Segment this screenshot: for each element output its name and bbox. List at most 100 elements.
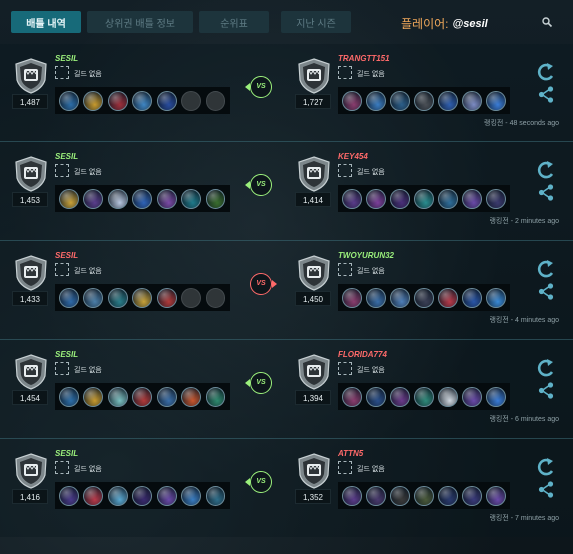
- hero-portrait[interactable]: [366, 90, 386, 111]
- hero-portrait[interactable]: [181, 386, 202, 407]
- vs-badge: VS: [250, 76, 272, 98]
- hero-portrait[interactable]: [390, 386, 410, 407]
- share-icon[interactable]: [538, 382, 554, 399]
- hero-portrait[interactable]: [132, 287, 153, 308]
- hero-portrait[interactable]: [107, 188, 128, 209]
- hero-portrait[interactable]: [366, 188, 386, 209]
- hero-portrait[interactable]: [83, 188, 104, 209]
- player-name[interactable]: SESIL: [55, 152, 78, 161]
- player-name[interactable]: SESIL: [55, 54, 78, 63]
- hero-portrait[interactable]: [107, 485, 128, 506]
- hero-portrait[interactable]: [132, 485, 153, 506]
- hero-portrait[interactable]: [438, 287, 458, 308]
- vs-badge: VS: [250, 273, 272, 295]
- vs-arrow-icon: [245, 478, 250, 486]
- hero-portrait[interactable]: [342, 90, 362, 111]
- hero-portrait[interactable]: [342, 287, 362, 308]
- rating-value: 1,394: [295, 390, 331, 405]
- hero-portrait[interactable]: [59, 485, 79, 506]
- hero-portrait[interactable]: [156, 485, 177, 506]
- rating-value: 1,433: [12, 291, 48, 306]
- share-icon[interactable]: [538, 481, 554, 498]
- player-name[interactable]: TRANGTT151: [338, 54, 390, 63]
- hero-portrait[interactable]: [414, 386, 434, 407]
- hero-portrait[interactable]: [438, 188, 458, 209]
- hero-portrait[interactable]: [390, 90, 410, 111]
- refresh-icon[interactable]: [537, 160, 555, 180]
- hero-portrait[interactable]: [83, 287, 104, 308]
- hero-portrait[interactable]: [205, 188, 226, 209]
- tab-leaderboard[interactable]: 순위표: [199, 11, 269, 33]
- hero-portrait[interactable]: [486, 90, 506, 111]
- hero-portrait[interactable]: [83, 386, 104, 407]
- hero-portrait[interactable]: [83, 90, 104, 111]
- hero-portrait[interactable]: [107, 386, 128, 407]
- hero-portrait[interactable]: [438, 485, 458, 506]
- player-name[interactable]: SESIL: [55, 449, 78, 458]
- hero-portrait[interactable]: [205, 386, 226, 407]
- guild-label: 길드 없음: [74, 268, 102, 275]
- hero-portrait[interactable]: [486, 485, 506, 506]
- hero-portrait[interactable]: [342, 386, 362, 407]
- hero-portrait[interactable]: [462, 90, 482, 111]
- hero-portrait[interactable]: [156, 287, 177, 308]
- hero-portrait[interactable]: [366, 287, 386, 308]
- hero-portrait[interactable]: [438, 386, 458, 407]
- hero-portrait[interactable]: [414, 287, 434, 308]
- hero-portrait[interactable]: [366, 386, 386, 407]
- hero-portrait[interactable]: [486, 188, 506, 209]
- hero-portrait[interactable]: [156, 386, 177, 407]
- hero-portrait[interactable]: [107, 90, 128, 111]
- hero-portrait[interactable]: [83, 485, 104, 506]
- hero-deck: [338, 87, 510, 114]
- hero-portrait[interactable]: [390, 287, 410, 308]
- hero-portrait[interactable]: [390, 188, 410, 209]
- hero-portrait[interactable]: [462, 386, 482, 407]
- hero-portrait[interactable]: [438, 90, 458, 111]
- hero-portrait[interactable]: [59, 287, 79, 308]
- refresh-icon[interactable]: [537, 358, 555, 378]
- left-team: 1,454 SESIL 길드 없음: [12, 340, 252, 439]
- tab-battle-history[interactable]: 배틀 내역: [11, 11, 81, 33]
- share-icon[interactable]: [538, 283, 554, 300]
- hero-portrait[interactable]: [486, 287, 506, 308]
- player-name[interactable]: SESIL: [55, 350, 78, 359]
- tab-top-battles[interactable]: 상위권 배틀 정보: [87, 11, 193, 33]
- hero-portrait[interactable]: [59, 188, 79, 209]
- hero-portrait[interactable]: [59, 90, 79, 111]
- share-icon[interactable]: [538, 184, 554, 201]
- player-name[interactable]: SESIL: [55, 251, 78, 260]
- hero-portrait[interactable]: [414, 188, 434, 209]
- hero-portrait[interactable]: [414, 90, 434, 111]
- refresh-icon[interactable]: [537, 259, 555, 279]
- hero-portrait[interactable]: [181, 485, 202, 506]
- tab-last-season[interactable]: 지난 시즌: [281, 11, 351, 33]
- hero-portrait[interactable]: [132, 386, 153, 407]
- player-name[interactable]: ATTN5: [338, 449, 363, 458]
- hero-portrait[interactable]: [414, 485, 434, 506]
- shield-icon: [297, 255, 331, 291]
- hero-portrait[interactable]: [132, 188, 153, 209]
- hero-portrait[interactable]: [486, 386, 506, 407]
- hero-portrait[interactable]: [156, 90, 177, 111]
- player-name[interactable]: KEY454: [338, 152, 368, 161]
- player-name[interactable]: TWOYURUN32: [338, 251, 394, 260]
- hero-portrait[interactable]: [366, 485, 386, 506]
- hero-portrait[interactable]: [342, 485, 362, 506]
- share-icon[interactable]: [538, 86, 554, 103]
- hero-portrait[interactable]: [59, 386, 79, 407]
- hero-portrait[interactable]: [205, 485, 226, 506]
- hero-portrait[interactable]: [462, 287, 482, 308]
- hero-portrait[interactable]: [342, 188, 362, 209]
- hero-portrait[interactable]: [107, 287, 128, 308]
- hero-portrait[interactable]: [462, 188, 482, 209]
- refresh-icon[interactable]: [537, 62, 555, 82]
- refresh-icon[interactable]: [537, 457, 555, 477]
- hero-portrait[interactable]: [462, 485, 482, 506]
- player-name[interactable]: FLORIDA774: [338, 350, 387, 359]
- hero-portrait[interactable]: [132, 90, 153, 111]
- guild-label: 길드 없음: [357, 71, 385, 78]
- hero-portrait[interactable]: [156, 188, 177, 209]
- hero-portrait[interactable]: [181, 188, 202, 209]
- hero-portrait[interactable]: [390, 485, 410, 506]
